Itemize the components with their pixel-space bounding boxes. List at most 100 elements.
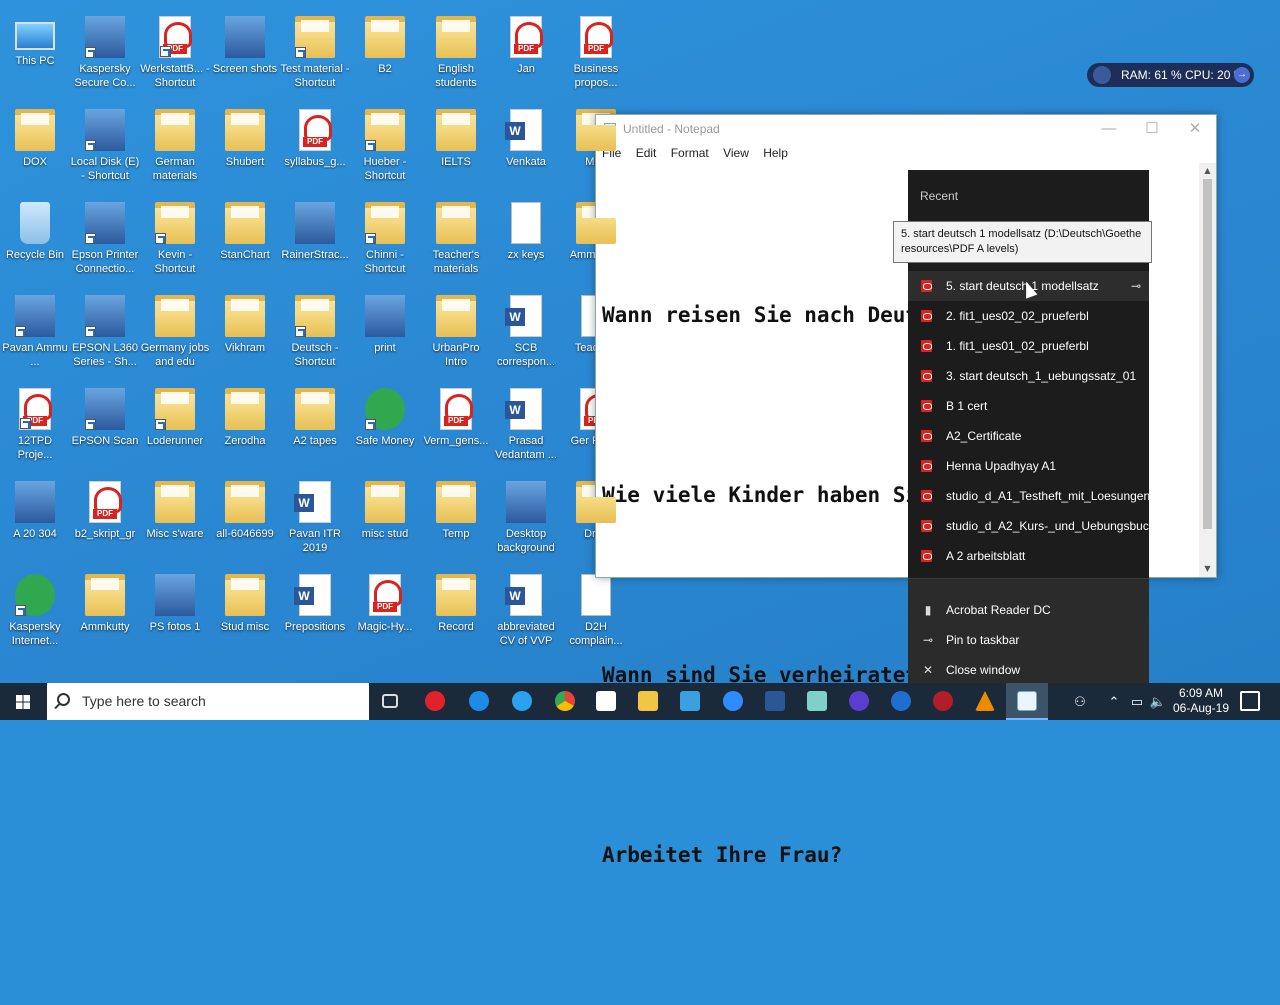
pin-icon[interactable]: ⊸ bbox=[1131, 271, 1141, 301]
desktop-icon[interactable]: Ammkutty bbox=[68, 568, 142, 658]
recent-file-item[interactable]: 3. start deutsch_1_uebungssatz_01 bbox=[908, 361, 1149, 391]
desktop-icon[interactable]: print bbox=[348, 289, 422, 379]
desktop-icon[interactable]: Zerodha bbox=[208, 382, 282, 472]
desktop-icon[interactable]: Temp bbox=[419, 475, 493, 565]
scroll-down-icon[interactable]: ▼ bbox=[1199, 561, 1216, 577]
desktop-icon[interactable]: EPSON L360 Series - Sh... bbox=[68, 289, 142, 379]
recent-file-item[interactable]: studio_d_A1_Testheft_mit_Loesungen bbox=[908, 481, 1149, 511]
menu-help[interactable]: Help bbox=[763, 143, 788, 163]
desktop-icon[interactable]: Jan bbox=[489, 10, 563, 100]
desktop-icon[interactable]: Kevin - Shortcut bbox=[138, 196, 212, 286]
desktop-icon[interactable]: Chinni - Shortcut bbox=[348, 196, 422, 286]
desktop-icon[interactable]: Business propos... bbox=[559, 10, 633, 100]
taskbar-opera[interactable] bbox=[414, 683, 456, 720]
desktop-icon[interactable]: Recycle Bin bbox=[0, 196, 72, 286]
desktop-icon[interactable]: Kaspersky Internet... bbox=[0, 568, 72, 658]
ram-cpu-widget[interactable]: RAM: 61 % CPU: 20 % → bbox=[1087, 63, 1254, 87]
desktop-icon[interactable]: B2 bbox=[348, 10, 422, 100]
desktop-icon[interactable]: Deutsch - Shortcut bbox=[278, 289, 352, 379]
people-icon[interactable]: ⚇ bbox=[1068, 683, 1092, 720]
search-box[interactable]: Type here to search bbox=[47, 683, 369, 720]
recent-file-item[interactable]: A 2 arbeitsblatt bbox=[908, 541, 1149, 571]
desktop-icon[interactable]: Pavan Ammu ... bbox=[0, 289, 72, 379]
desktop-icon[interactable]: A 20 304 bbox=[0, 475, 72, 565]
desktop-icon[interactable]: Desktop background bbox=[489, 475, 563, 565]
desktop-icon[interactable]: Germany jobs and edu bbox=[138, 289, 212, 379]
notepad-title-bar[interactable]: Untitled - Notepad — ☐ ✕ bbox=[596, 115, 1216, 143]
scroll-thumb[interactable] bbox=[1203, 179, 1212, 529]
desktop-icon[interactable]: Misc s'ware bbox=[138, 475, 212, 565]
taskbar-app-red[interactable] bbox=[922, 683, 964, 720]
scroll-up-icon[interactable]: ▲ bbox=[1199, 163, 1216, 179]
taskbar-edge[interactable] bbox=[458, 683, 500, 720]
recent-file-item[interactable]: 1. fit1_ues01_02_prueferbl bbox=[908, 331, 1149, 361]
taskbar-app-blue[interactable] bbox=[880, 683, 922, 720]
taskbar-notepad[interactable] bbox=[1006, 683, 1048, 720]
desktop-icon[interactable]: Loderunner bbox=[138, 382, 212, 472]
desktop-icon[interactable]: RainerStrac... bbox=[278, 196, 352, 286]
desktop-icon[interactable]: syllabus_g... bbox=[278, 103, 352, 193]
desktop-icon[interactable]: b2_skript_gr bbox=[68, 475, 142, 565]
desktop-icon[interactable]: English students bbox=[419, 10, 493, 100]
taskbar-app-purple[interactable] bbox=[838, 683, 880, 720]
desktop-icon[interactable]: Pavan ITR 2019 bbox=[278, 475, 352, 565]
desktop-icon[interactable]: DOX bbox=[0, 103, 72, 193]
desktop-icon[interactable]: StanChart bbox=[208, 196, 282, 286]
desktop-icon[interactable]: UrbanPro Intro bbox=[419, 289, 493, 379]
menu-format[interactable]: Format bbox=[671, 143, 709, 163]
task-pin-to-taskbar[interactable]: ⊸ Pin to taskbar bbox=[908, 625, 1149, 655]
desktop-icon[interactable]: abbreviated CV of VVP bbox=[489, 568, 563, 658]
start-button[interactable] bbox=[0, 683, 46, 720]
recent-file-item[interactable]: Henna Upadhyay A1 bbox=[908, 451, 1149, 481]
desktop-icon[interactable]: all-6046699 bbox=[208, 475, 282, 565]
taskbar-ie[interactable] bbox=[501, 683, 543, 720]
chevron-up-icon[interactable]: ⌃ bbox=[1102, 683, 1126, 720]
notifications-icon[interactable] bbox=[1240, 691, 1260, 711]
taskbar-vlc[interactable] bbox=[964, 683, 1006, 720]
desktop-icon[interactable]: Verm_gens... bbox=[419, 382, 493, 472]
desktop-icon[interactable]: misc stud bbox=[348, 475, 422, 565]
taskbar-zoom[interactable] bbox=[712, 683, 754, 720]
recent-file-item[interactable]: B 1 cert bbox=[908, 391, 1149, 421]
recent-file-item[interactable]: A2_Certificate bbox=[908, 421, 1149, 451]
desktop-icon[interactable]: Prepositions bbox=[278, 568, 352, 658]
taskbar-app-notes[interactable] bbox=[796, 683, 838, 720]
recent-file-item[interactable]: studio_d_A2_Kurs-_und_Uebungsbuch_... bbox=[908, 511, 1149, 541]
task-close-window[interactable]: ✕ Close window bbox=[908, 655, 1149, 685]
desktop-icon[interactable]: Stud misc bbox=[208, 568, 282, 658]
taskbar-chrome[interactable] bbox=[544, 683, 586, 720]
menu-edit[interactable]: Edit bbox=[636, 143, 657, 163]
desktop-icon[interactable]: Test material - Shortcut bbox=[278, 10, 352, 100]
desktop-icon[interactable]: EPSON Scan bbox=[68, 382, 142, 472]
desktop-icon[interactable]: Magic-Hy... bbox=[348, 568, 422, 658]
desktop-icon[interactable]: German materials bbox=[138, 103, 212, 193]
desktop-icon[interactable]: zx keys bbox=[489, 196, 563, 286]
desktop-icon[interactable]: SCB correspon... bbox=[489, 289, 563, 379]
desktop-icon[interactable]: Safe Money bbox=[348, 382, 422, 472]
minimize-button[interactable]: — bbox=[1088, 115, 1130, 143]
desktop-icon[interactable]: Teacher's materials bbox=[419, 196, 493, 286]
desktop-icon[interactable]: Screen shots bbox=[208, 10, 282, 100]
task-open-acrobat[interactable]: ▮ Acrobat Reader DC bbox=[908, 595, 1149, 625]
arrow-right-icon[interactable]: → bbox=[1234, 67, 1250, 83]
recent-file-item[interactable]: 2. fit1_ues02_02_prueferbl bbox=[908, 301, 1149, 331]
desktop-icon[interactable]: Prasad Vedantam ... bbox=[489, 382, 563, 472]
taskbar-store[interactable] bbox=[585, 683, 627, 720]
clock[interactable]: 6:09 AM 06-Aug-19 bbox=[1171, 686, 1231, 716]
desktop-icon[interactable]: Shubert bbox=[208, 103, 282, 193]
desktop-icon[interactable]: Epson Printer Connectio... bbox=[68, 196, 142, 286]
desktop-icon[interactable]: Hueber - Shortcut bbox=[348, 103, 422, 193]
desktop-icon[interactable]: Local Disk (E) - Shortcut bbox=[68, 103, 142, 193]
desktop-icon[interactable]: PS fotos 1 bbox=[138, 568, 212, 658]
taskbar-word[interactable] bbox=[754, 683, 796, 720]
desktop-icon[interactable]: A2 tapes bbox=[278, 382, 352, 472]
maximize-button[interactable]: ☐ bbox=[1131, 115, 1173, 143]
close-button[interactable]: ✕ bbox=[1174, 115, 1216, 143]
menu-view[interactable]: View bbox=[723, 143, 749, 163]
desktop-icon[interactable]: Vikhram bbox=[208, 289, 282, 379]
desktop-icon[interactable]: Kaspersky Secure Co... bbox=[68, 10, 142, 100]
desktop-icon[interactable]: IELTS bbox=[419, 103, 493, 193]
volume-icon[interactable]: 🔈 bbox=[1146, 683, 1170, 720]
taskbar-app-sc[interactable] bbox=[669, 683, 711, 720]
desktop-icon[interactable]: Record bbox=[419, 568, 493, 658]
